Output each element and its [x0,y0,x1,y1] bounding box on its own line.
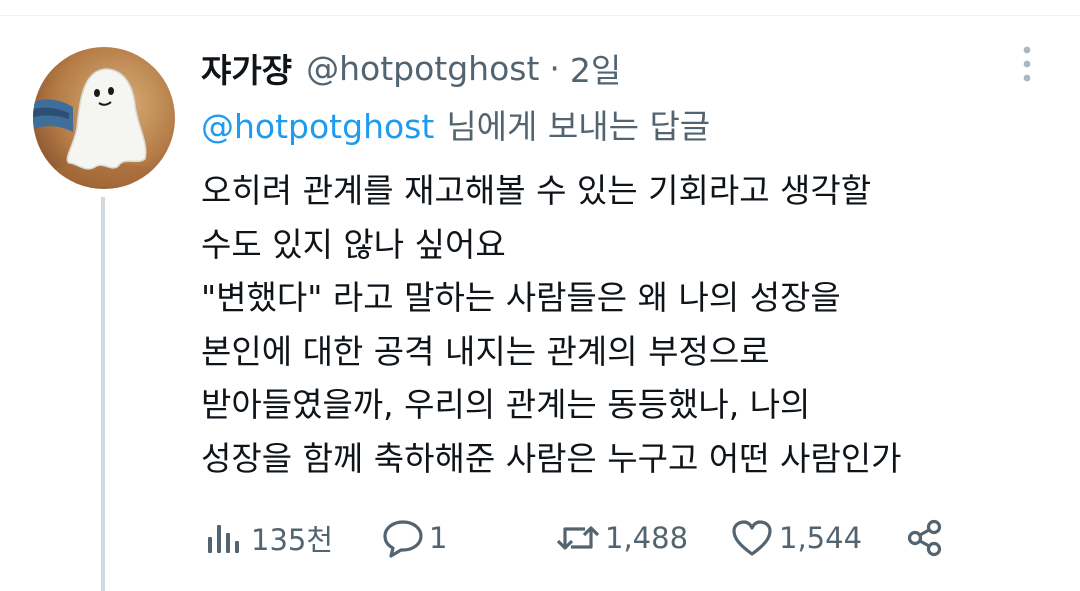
ghost-avatar-image [33,47,175,189]
retweet-button[interactable]: 1,488 [555,514,688,562]
tweet-reply-view: 쟈가쟝 @hotpotghost · 2일 @hotpotghost 님에게 보내… [0,0,1080,591]
share-icon [907,519,942,557]
more-options-button[interactable] [1012,44,1042,86]
speech-bubble-icon [383,520,423,558]
reply-to-suffix: 님에게 보내는 답글 [446,107,711,146]
tweet-actions: 135천 1 1,488 1,544 [205,514,965,562]
tweet-text-line: 오히려 관계를 재고해볼 수 있는 기회라고 생각할 [201,171,872,210]
replying-to: @hotpotghost 님에게 보내는 답글 [201,100,710,148]
separator-dot: · [549,48,560,88]
views-button[interactable]: 135천 [205,514,333,562]
like-count: 1,544 [779,521,863,555]
tweet-text-line: "변했다" 라고 말하는 사람들은 왜 나의 성장을 [201,278,841,317]
share-button[interactable] [905,514,945,562]
tweet-text: 오히려 관계를 재고해볼 수 있는 기회라고 생각할 수도 있지 않나 싶어요 … [201,164,1061,485]
tweet-text-line: 성장을 함께 축하해준 사람은 누구고 어떤 사람인가 [201,438,902,478]
more-vertical-icon [1023,46,1031,82]
timestamp[interactable]: 2일 [570,44,621,92]
thread-line [101,197,105,591]
bar-chart-icon [208,525,239,553]
tweet-text-line: 수도 있지 않나 싶어요 [201,224,506,264]
tweet-text-line: 본인에 대한 공격 내지는 관계의 부정으로 [201,331,770,371]
tweet-header: 쟈가쟝 @hotpotghost · 2일 [201,44,621,92]
divider [0,15,1080,16]
reply-count: 1 [429,521,448,555]
retweet-icon [556,526,600,550]
user-handle[interactable]: @hotpotghost [306,49,539,88]
tweet-text-line: 받아들였을까, 우리의 관계는 동등했나, 나의 [201,385,811,424]
avatar[interactable] [33,47,175,189]
views-count: 135천 [251,523,334,557]
reply-button[interactable]: 1 [381,514,447,562]
heart-icon [732,520,772,556]
retweet-count: 1,488 [605,521,689,555]
reply-mention-link[interactable]: @hotpotghost [201,107,434,146]
display-name[interactable]: 쟈가쟝 [201,44,292,92]
like-button[interactable]: 1,544 [731,514,862,562]
